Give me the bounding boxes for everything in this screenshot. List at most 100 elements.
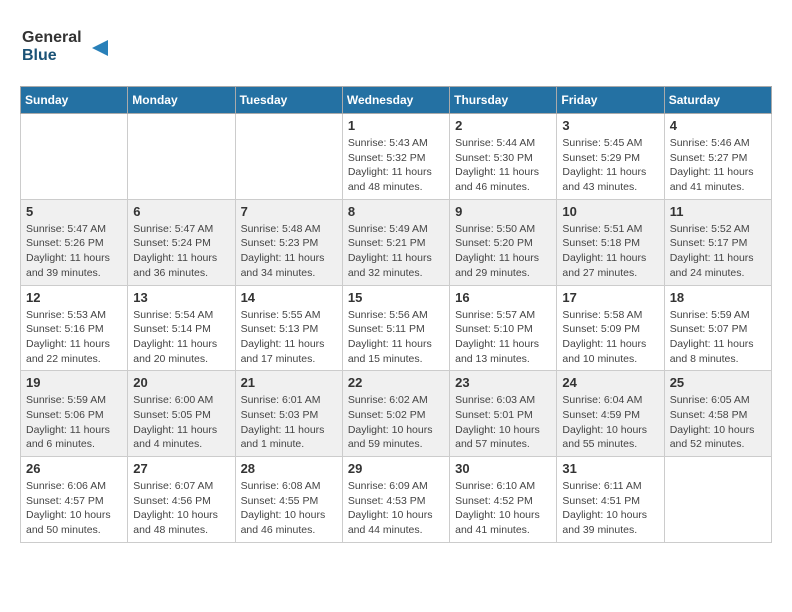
day-info: Sunrise: 5:55 AM Sunset: 5:13 PM Dayligh… [241,308,337,367]
day-info: Sunrise: 5:47 AM Sunset: 5:26 PM Dayligh… [26,222,122,281]
calendar-cell: 8 Sunrise: 5:49 AM Sunset: 5:21 PM Daylig… [342,199,449,285]
day-info: Sunrise: 6:06 AM Sunset: 4:57 PM Dayligh… [26,479,122,538]
day-number: 26 [26,461,122,476]
day-info: Sunrise: 5:51 AM Sunset: 5:18 PM Dayligh… [562,222,658,281]
day-number: 16 [455,290,551,305]
calendar-cell: 19 Sunrise: 5:59 AM Sunset: 5:06 PM Dayli… [21,371,128,457]
day-number: 20 [133,375,229,390]
calendar-cell: 25 Sunrise: 6:05 AM Sunset: 4:58 PM Dayli… [664,371,771,457]
day-number: 14 [241,290,337,305]
day-info: Sunrise: 5:59 AM Sunset: 5:07 PM Dayligh… [670,308,766,367]
day-info: Sunrise: 6:09 AM Sunset: 4:53 PM Dayligh… [348,479,444,538]
day-info: Sunrise: 5:47 AM Sunset: 5:24 PM Dayligh… [133,222,229,281]
calendar-cell: 1 Sunrise: 5:43 AM Sunset: 5:32 PM Daylig… [342,114,449,200]
calendar-cell: 30 Sunrise: 6:10 AM Sunset: 4:52 PM Dayli… [450,457,557,543]
day-info: Sunrise: 5:59 AM Sunset: 5:06 PM Dayligh… [26,393,122,452]
calendar-cell: 21 Sunrise: 6:01 AM Sunset: 5:03 PM Dayli… [235,371,342,457]
day-number: 21 [241,375,337,390]
day-header-tuesday: Tuesday [235,87,342,114]
day-number: 5 [26,204,122,219]
day-number: 30 [455,461,551,476]
calendar-cell: 4 Sunrise: 5:46 AM Sunset: 5:27 PM Daylig… [664,114,771,200]
day-info: Sunrise: 6:05 AM Sunset: 4:58 PM Dayligh… [670,393,766,452]
calendar-cell [235,114,342,200]
day-header-thursday: Thursday [450,87,557,114]
day-number: 18 [670,290,766,305]
day-number: 29 [348,461,444,476]
day-number: 12 [26,290,122,305]
day-number: 6 [133,204,229,219]
calendar-cell: 15Sunrise: 5:56 AM Sunset: 5:11 PM Dayli… [342,285,449,371]
day-number: 23 [455,375,551,390]
calendar-table: SundayMondayTuesdayWednesdayThursdayFrid… [20,86,772,543]
day-number: 19 [26,375,122,390]
day-info: Sunrise: 5:52 AM Sunset: 5:17 PM Dayligh… [670,222,766,281]
calendar-cell: 2 Sunrise: 5:44 AM Sunset: 5:30 PM Daylig… [450,114,557,200]
calendar-cell: 24Sunrise: 6:04 AM Sunset: 4:59 PM Dayli… [557,371,664,457]
svg-text:General: General [22,29,82,46]
day-number: 9 [455,204,551,219]
calendar-cell: 6 Sunrise: 5:47 AM Sunset: 5:24 PM Daylig… [128,199,235,285]
day-info: Sunrise: 6:10 AM Sunset: 4:52 PM Dayligh… [455,479,551,538]
day-info: Sunrise: 5:45 AM Sunset: 5:29 PM Dayligh… [562,136,658,195]
day-info: Sunrise: 5:50 AM Sunset: 5:20 PM Dayligh… [455,222,551,281]
day-number: 22 [348,375,444,390]
svg-text:Blue: Blue [22,47,57,64]
calendar-week-2: 5 Sunrise: 5:47 AM Sunset: 5:26 PM Daylig… [21,199,772,285]
day-number: 10 [562,204,658,219]
logo: General Blue [20,20,110,70]
day-number: 3 [562,118,658,133]
day-number: 7 [241,204,337,219]
calendar-cell: 18 Sunrise: 5:59 AM Sunset: 5:07 PM Dayli… [664,285,771,371]
day-number: 25 [670,375,766,390]
day-number: 28 [241,461,337,476]
calendar-cell: 31 Sunrise: 6:11 AM Sunset: 4:51 PM Dayli… [557,457,664,543]
calendar-cell: 14 Sunrise: 5:55 AM Sunset: 5:13 PM Dayli… [235,285,342,371]
calendar-cell: 20 Sunrise: 6:00 AM Sunset: 5:05 PM Dayli… [128,371,235,457]
day-info: Sunrise: 5:43 AM Sunset: 5:32 PM Dayligh… [348,136,444,195]
day-number: 17 [562,290,658,305]
day-info: Sunrise: 5:54 AM Sunset: 5:14 PM Dayligh… [133,308,229,367]
calendar-cell: 10 Sunrise: 5:51 AM Sunset: 5:18 PM Dayli… [557,199,664,285]
day-info: Sunrise: 6:07 AM Sunset: 4:56 PM Dayligh… [133,479,229,538]
day-info: Sunrise: 6:11 AM Sunset: 4:51 PM Dayligh… [562,479,658,538]
day-header-saturday: Saturday [664,87,771,114]
day-info: Sunrise: 6:00 AM Sunset: 5:05 PM Dayligh… [133,393,229,452]
logo-icon: General Blue [20,20,110,65]
calendar-cell: 26 Sunrise: 6:06 AM Sunset: 4:57 PM Dayli… [21,457,128,543]
calendar-cell: 7 Sunrise: 5:48 AM Sunset: 5:23 PM Daylig… [235,199,342,285]
day-info: Sunrise: 6:08 AM Sunset: 4:55 PM Dayligh… [241,479,337,538]
day-number: 31 [562,461,658,476]
calendar-cell: 22Sunrise: 6:02 AM Sunset: 5:02 PM Dayli… [342,371,449,457]
calendar-cell: 16Sunrise: 5:57 AM Sunset: 5:10 PM Dayli… [450,285,557,371]
day-info: Sunrise: 5:58 AM Sunset: 5:09 PM Dayligh… [562,308,658,367]
day-info: Sunrise: 5:48 AM Sunset: 5:23 PM Dayligh… [241,222,337,281]
day-info: Sunrise: 5:46 AM Sunset: 5:27 PM Dayligh… [670,136,766,195]
day-number: 11 [670,204,766,219]
calendar-week-3: 12 Sunrise: 5:53 AM Sunset: 5:16 PM Dayli… [21,285,772,371]
calendar-cell: 12 Sunrise: 5:53 AM Sunset: 5:16 PM Dayli… [21,285,128,371]
day-number: 13 [133,290,229,305]
day-info: Sunrise: 6:04 AM Sunset: 4:59 PM Dayligh… [562,393,658,452]
day-info: Sunrise: 6:01 AM Sunset: 5:03 PM Dayligh… [241,393,337,452]
calendar-week-5: 26 Sunrise: 6:06 AM Sunset: 4:57 PM Dayli… [21,457,772,543]
day-number: 27 [133,461,229,476]
day-number: 2 [455,118,551,133]
calendar-cell: 17 Sunrise: 5:58 AM Sunset: 5:09 PM Dayli… [557,285,664,371]
calendar-cell [128,114,235,200]
calendar-cell: 9 Sunrise: 5:50 AM Sunset: 5:20 PM Daylig… [450,199,557,285]
calendar-header-row: SundayMondayTuesdayWednesdayThursdayFrid… [21,87,772,114]
day-number: 4 [670,118,766,133]
day-header-wednesday: Wednesday [342,87,449,114]
day-header-friday: Friday [557,87,664,114]
calendar-cell: 28 Sunrise: 6:08 AM Sunset: 4:55 PM Dayli… [235,457,342,543]
day-info: Sunrise: 5:44 AM Sunset: 5:30 PM Dayligh… [455,136,551,195]
day-number: 1 [348,118,444,133]
day-header-sunday: Sunday [21,87,128,114]
calendar-cell: 27 Sunrise: 6:07 AM Sunset: 4:56 PM Dayli… [128,457,235,543]
day-info: Sunrise: 5:49 AM Sunset: 5:21 PM Dayligh… [348,222,444,281]
day-number: 8 [348,204,444,219]
day-info: Sunrise: 5:53 AM Sunset: 5:16 PM Dayligh… [26,308,122,367]
day-header-monday: Monday [128,87,235,114]
calendar-week-1: 1 Sunrise: 5:43 AM Sunset: 5:32 PM Daylig… [21,114,772,200]
